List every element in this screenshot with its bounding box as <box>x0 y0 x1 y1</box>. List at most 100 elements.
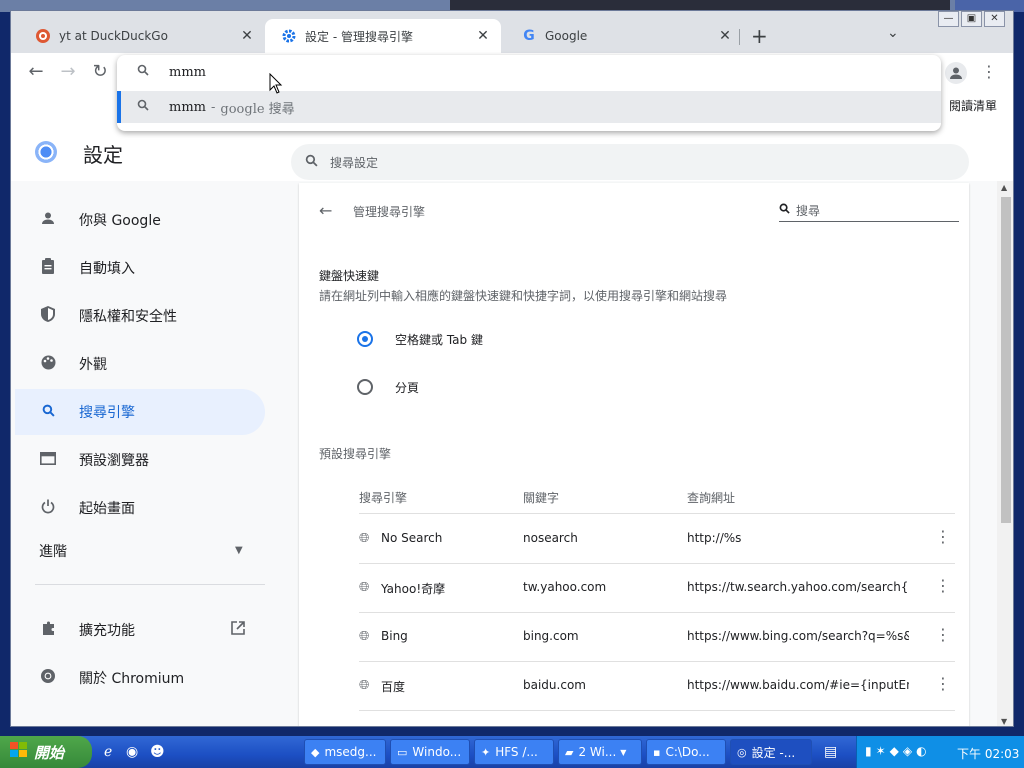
start-button[interactable]: 開始 <box>0 736 92 768</box>
task-label: 設定 -... <box>751 745 796 760</box>
7zip-icon: ▪ <box>653 745 661 759</box>
chromium-logo <box>35 141 57 163</box>
scrollbar-thumb[interactable] <box>1001 197 1011 523</box>
search-settings-input[interactable]: 搜尋設定 <box>291 144 969 180</box>
radio-label: 分頁 <box>395 381 420 395</box>
hfs-icon: ✦ <box>481 745 491 759</box>
mouse-cursor-icon <box>269 72 283 99</box>
sidebar-item-label: 起始畫面 <box>79 501 135 517</box>
taskbar-item-chromium-settings[interactable]: ◎ 設定 -... <box>730 739 812 765</box>
more-actions-icon[interactable]: ⋮ <box>935 576 951 595</box>
chromium-icon <box>39 668 57 688</box>
engine-url: https://www.baidu.com/#ie={inputEnc <box>687 678 909 692</box>
more-actions-icon[interactable]: ⋮ <box>935 674 951 693</box>
ie-icon[interactable]: ℯ <box>104 744 112 760</box>
profile-avatar[interactable] <box>945 62 967 84</box>
sidebar-item-privacy[interactable]: 隱私權和安全性 <box>15 293 265 339</box>
close-icon[interactable]: ✕ <box>237 28 257 44</box>
back-button[interactable]: ← <box>25 61 47 83</box>
address-input[interactable]: mmm <box>169 65 206 80</box>
keyboard-icon[interactable]: ▤ <box>824 744 837 760</box>
reading-list-button[interactable]: 閱讀清單 <box>949 97 997 114</box>
task-label: C:\Do... <box>665 745 710 759</box>
system-tray: ▮✶◆◈◐ 下午 02:03 <box>856 736 1024 768</box>
engine-name: Yahoo!奇摩 <box>381 582 446 596</box>
engine-keyword: nosearch <box>523 531 578 545</box>
sidebar-item-about[interactable]: 關於 Chromium <box>15 655 265 701</box>
close-icon[interactable]: ✕ <box>473 28 493 44</box>
chevron-down-icon[interactable]: ▼ <box>235 545 243 556</box>
more-actions-icon[interactable]: ⋮ <box>935 625 951 644</box>
table-row: 🌐︎ 百度 baidu.com https://www.baidu.com/#i… <box>359 661 955 711</box>
sidebar-advanced[interactable]: 進階 <box>39 541 67 561</box>
task-label: HFS /... <box>495 745 538 759</box>
tab-google[interactable]: G Google ✕ <box>505 19 743 53</box>
app-quicklaunch-icon[interactable]: ☻ <box>150 744 165 760</box>
engine-name: 百度 <box>381 680 406 694</box>
close-icon[interactable]: ✕ <box>715 28 735 44</box>
browser-window: yt at DuckDuckGo ✕ 設定 - 管理搜尋引擎 ✕ G Googl… <box>10 10 1014 727</box>
suggestion-engine: google 搜尋 <box>220 101 295 117</box>
clipboard-icon <box>39 258 57 278</box>
radio-tab-only[interactable] <box>357 379 373 395</box>
minimize-button[interactable]: — <box>938 11 959 27</box>
shield-icon <box>39 306 57 326</box>
engine-keyword: tw.yahoo.com <box>523 580 607 594</box>
puzzle-icon <box>39 621 57 640</box>
google-icon: G <box>523 28 535 44</box>
window-controls: — ▣ ✕ <box>938 11 1005 27</box>
sidebar-item-search-engine[interactable]: 搜尋引擎 <box>15 389 265 435</box>
globe-icon: 🌐︎ <box>359 580 370 595</box>
radio-space-or-tab[interactable] <box>357 331 373 347</box>
chromium-icon: ◎ <box>737 745 747 759</box>
address-bar[interactable]: mmm <box>117 55 941 89</box>
taskbar-item-windows[interactable]: ▭ Windo... <box>390 739 470 765</box>
more-menu-icon[interactable]: ⋮ <box>981 62 997 81</box>
media-player-icon[interactable]: ◉ <box>126 744 138 760</box>
new-tab-button[interactable]: + <box>751 24 768 48</box>
reload-button[interactable]: ↻ <box>89 61 111 83</box>
tab-search-button[interactable]: ⌄ <box>887 25 899 41</box>
engine-keyword: baidu.com <box>523 678 586 692</box>
forward-button[interactable]: → <box>57 61 79 83</box>
task-label: Windo... <box>412 745 462 759</box>
tray-icons[interactable]: ▮✶◆◈◐ <box>865 744 931 758</box>
duckduckgo-icon <box>35 28 51 44</box>
shortcut-description: 請在網址列中輸入相應的鍵盤快速鍵和快捷字詞，以使用搜尋引擎和網站搜尋 <box>319 289 728 303</box>
sidebar-item-you-and-google[interactable]: 你與 Google <box>15 197 265 243</box>
scroll-up-icon[interactable]: ▲ <box>1001 183 1007 192</box>
taskbar-item-msedge[interactable]: ◆ msedg... <box>304 739 386 765</box>
taskbar-item-hfs[interactable]: ✦ HFS /... <box>474 739 554 765</box>
table-row: 🌐︎ No Search nosearch http://%s ⋮ <box>359 514 955 564</box>
page-title: 設定 <box>83 143 123 167</box>
taskbar-item-folder[interactable]: ▰ 2 Wi... ▼ <box>558 739 642 765</box>
person-icon <box>39 211 57 229</box>
globe-icon: 🌐︎ <box>359 678 370 693</box>
tab-title: yt at DuckDuckGo <box>59 29 168 43</box>
sidebar-item-appearance[interactable]: 外觀 <box>15 341 265 387</box>
tab-settings[interactable]: 設定 - 管理搜尋引擎 ✕ <box>265 19 501 53</box>
maximize-button[interactable]: ▣ <box>961 11 982 27</box>
clock[interactable]: 下午 02:03 <box>957 745 1019 762</box>
sidebar-item-label: 隱私權和安全性 <box>79 309 177 325</box>
search-icon <box>135 99 151 115</box>
omnibox-suggestion[interactable]: mmm - google 搜尋 <box>117 91 941 123</box>
tab-title: 設定 - 管理搜尋引擎 <box>305 29 413 44</box>
sidebar-item-extensions[interactable]: 擴充功能 <box>15 607 265 653</box>
sidebar-item-default-browser[interactable]: 預設瀏覽器 <box>15 437 265 483</box>
engine-url: http://%s <box>687 531 742 545</box>
tab-duckduckgo[interactable]: yt at DuckDuckGo ✕ <box>19 19 265 53</box>
gear-icon <box>281 28 297 44</box>
close-window-button[interactable]: ✕ <box>984 11 1005 27</box>
search-engines-search-input[interactable]: 搜尋 <box>779 199 959 222</box>
column-header-keyword: 關鍵字 <box>523 491 560 505</box>
scroll-down-icon[interactable]: ▼ <box>1001 717 1007 726</box>
engine-url: https://tw.search.yahoo.com/search{g <box>687 580 909 594</box>
page-scrollbar[interactable]: ▲ ▼ <box>997 181 1013 726</box>
sidebar-item-on-startup[interactable]: 起始畫面 <box>15 485 265 531</box>
more-actions-icon[interactable]: ⋮ <box>935 527 951 546</box>
sidebar-item-autofill[interactable]: 自動填入 <box>15 245 265 291</box>
taskbar-item-7zip[interactable]: ▪ C:\Do... <box>646 739 726 765</box>
back-arrow-icon[interactable]: ← <box>319 201 332 220</box>
globe-icon: 🌐︎ <box>359 629 370 644</box>
